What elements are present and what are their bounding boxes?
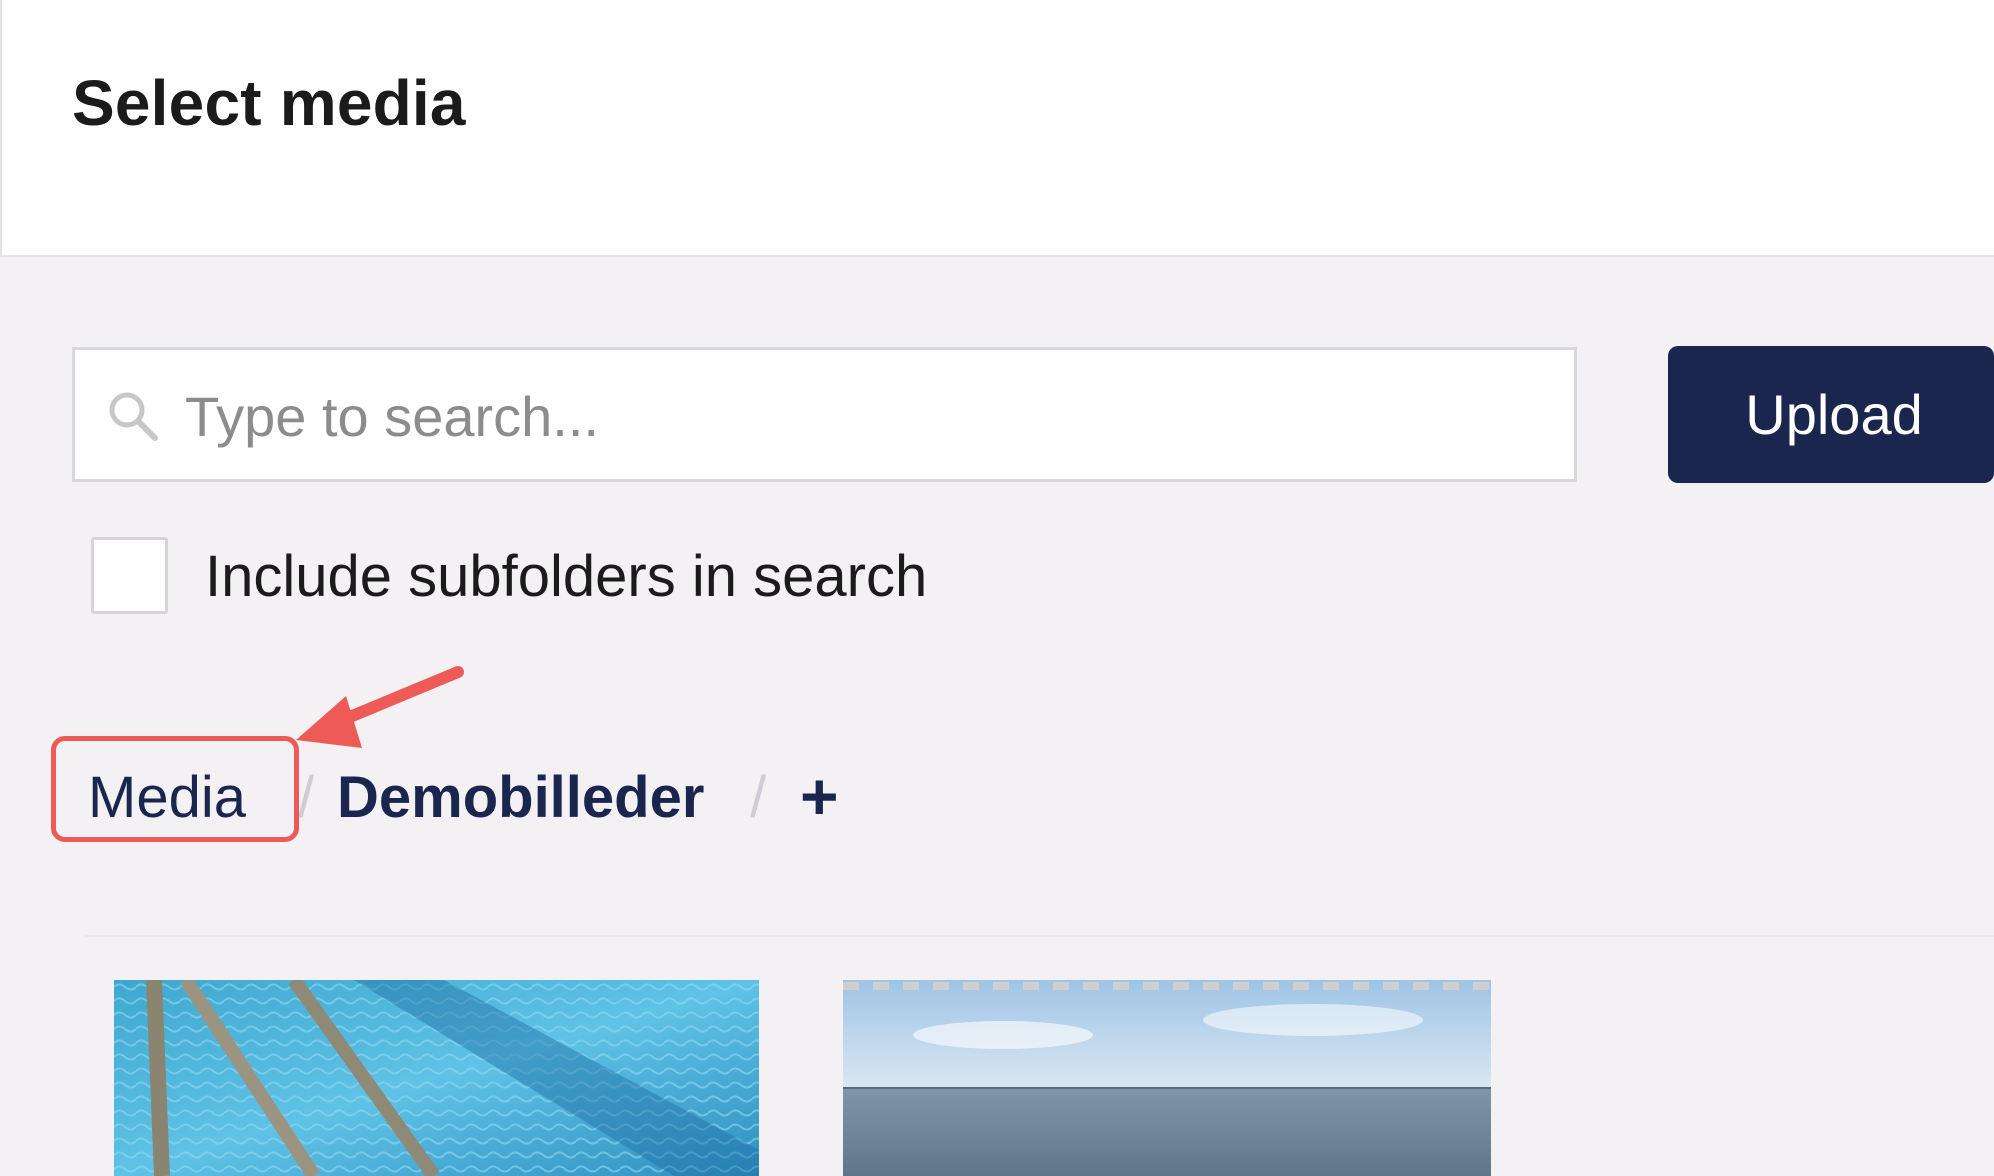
upload-button[interactable]: Upload [1668,346,1994,483]
add-folder-button[interactable]: + [800,758,839,834]
include-subfolders-label[interactable]: Include subfolders in search [205,543,927,610]
include-subfolders-checkbox[interactable] [91,537,168,614]
divider [85,935,1994,937]
search-field[interactable] [72,347,1577,482]
select-media-dialog: Select media Upload Include subfolders i… [0,0,1994,1176]
breadcrumb-item-demobilleder[interactable]: Demobilleder [337,764,704,831]
breadcrumb-separator: / [750,765,767,830]
annotation-arrow-icon [296,666,464,748]
dialog-header: Select media [0,0,1994,257]
page-title: Select media [72,67,466,139]
annotation-highlight-box [51,736,299,842]
pool-image [114,980,759,1176]
media-item-pool[interactable] [114,980,759,1176]
sea-image [843,980,1491,1176]
search-input[interactable] [185,372,1555,460]
search-icon [109,392,158,441]
breadcrumb-separator: / [298,765,315,830]
media-item-sea[interactable] [843,980,1491,1176]
